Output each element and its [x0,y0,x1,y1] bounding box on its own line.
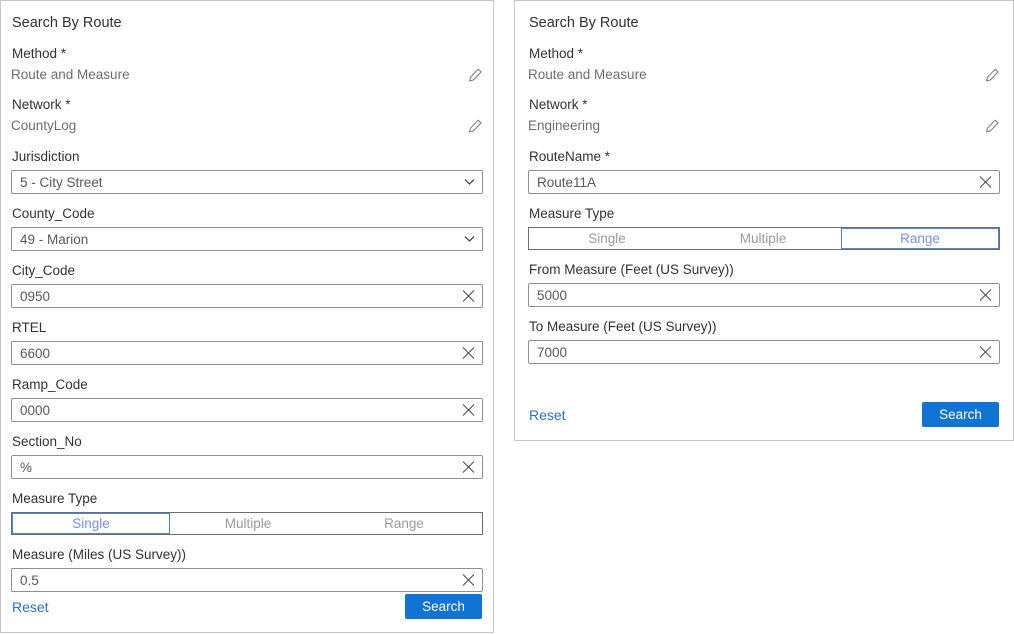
search-by-route-panel-right: Search By Route Method * Route and Measu… [514,0,1014,441]
to-measure-label: To Measure (Feet (US Survey)) [529,318,1000,335]
to-measure-field: To Measure (Feet (US Survey)) [528,318,1000,364]
measure-type-segmented-control: Single Multiple Range [528,227,1000,250]
panel-title: Search By Route [12,14,483,32]
x-clear-icon [979,346,992,359]
method-field: Method * Route and Measure [528,45,1000,83]
reset-link[interactable]: Reset [529,407,566,423]
route-name-input[interactable] [529,171,999,193]
measure-type-option-range[interactable]: Range [326,513,482,534]
route-name-field: RouteName * [528,148,1000,194]
search-by-route-panel-left: Search By Route Method * Route and Measu… [0,0,494,633]
ramp-code-input[interactable] [12,399,482,421]
measure-type-option-multiple[interactable]: Multiple [170,513,326,534]
section-no-field: Section_No [11,433,483,479]
to-measure-input[interactable] [529,341,999,363]
method-label: Method * [12,45,483,62]
network-field: Network * CountyLog [11,96,483,134]
measure-type-option-multiple[interactable]: Multiple [685,228,841,249]
network-field: Network * Engineering [528,96,1000,134]
method-edit-button[interactable] [467,67,483,83]
from-measure-clear-button[interactable] [979,289,992,302]
from-measure-label: From Measure (Feet (US Survey)) [529,261,1000,278]
pencil-icon [467,118,483,134]
measure-type-option-single[interactable]: Single [12,513,170,534]
measure-type-option-range[interactable]: Range [841,228,999,249]
measure-type-label: Measure Type [529,205,1000,222]
x-clear-icon [462,404,475,417]
pencil-icon [467,67,483,83]
jurisdiction-field: Jurisdiction 5 - City Street [11,148,483,194]
measure-input[interactable] [12,569,482,591]
measure-label: Measure (Miles (US Survey)) [12,546,483,563]
search-button[interactable]: Search [922,402,999,427]
x-clear-icon [462,290,475,303]
measure-field: Measure (Miles (US Survey)) [11,546,483,592]
pencil-icon [984,67,1000,83]
rtel-field: RTEL [11,319,483,365]
rtel-label: RTEL [12,319,483,336]
measure-type-field: Measure Type Single Multiple Range [528,205,1000,250]
x-clear-icon [979,176,992,189]
network-edit-button[interactable] [467,118,483,134]
from-measure-field: From Measure (Feet (US Survey)) [528,261,1000,307]
network-edit-button[interactable] [984,118,1000,134]
network-label: Network * [529,96,1000,113]
measure-clear-button[interactable] [462,574,475,587]
section-no-clear-button[interactable] [462,461,475,474]
measure-type-option-single[interactable]: Single [529,228,685,249]
city-code-input[interactable] [12,285,482,307]
from-measure-input[interactable] [529,284,999,306]
section-no-input[interactable] [12,456,482,478]
pencil-icon [984,118,1000,134]
network-value: Engineering [528,117,600,134]
to-measure-clear-button[interactable] [979,346,992,359]
measure-type-field: Measure Type Single Multiple Range [11,490,483,535]
network-label: Network * [12,96,483,113]
x-clear-icon [462,347,475,360]
chevron-down-icon [464,179,475,186]
route-name-label: RouteName * [529,148,1000,165]
measure-type-segmented-control: Single Multiple Range [11,512,483,535]
x-clear-icon [462,574,475,587]
city-code-field: City_Code [11,262,483,308]
county-code-select[interactable]: 49 - Marion [11,227,483,251]
section-no-label: Section_No [12,433,483,450]
jurisdiction-label: Jurisdiction [12,148,483,165]
method-value: Route and Measure [528,66,647,83]
method-value: Route and Measure [11,66,130,83]
city-code-clear-button[interactable] [462,290,475,303]
network-value: CountyLog [11,117,76,134]
measure-type-label: Measure Type [12,490,483,507]
rtel-clear-button[interactable] [462,347,475,360]
jurisdiction-selected-value: 5 - City Street [12,175,482,190]
method-edit-button[interactable] [984,67,1000,83]
search-button[interactable]: Search [405,594,482,619]
chevron-down-icon [464,236,475,243]
x-clear-icon [462,461,475,474]
method-label: Method * [529,45,1000,62]
panel-title: Search By Route [529,14,1000,32]
jurisdiction-select[interactable]: 5 - City Street [11,170,483,194]
route-name-clear-button[interactable] [979,176,992,189]
city-code-label: City_Code [12,262,483,279]
ramp-code-field: Ramp_Code [11,376,483,422]
county-code-selected-value: 49 - Marion [12,232,482,247]
rtel-input[interactable] [12,342,482,364]
county-code-field: County_Code 49 - Marion [11,205,483,251]
method-field: Method * Route and Measure [11,45,483,83]
ramp-code-clear-button[interactable] [462,404,475,417]
ramp-code-label: Ramp_Code [12,376,483,393]
county-code-label: County_Code [12,205,483,222]
reset-link[interactable]: Reset [12,599,49,615]
x-clear-icon [979,289,992,302]
